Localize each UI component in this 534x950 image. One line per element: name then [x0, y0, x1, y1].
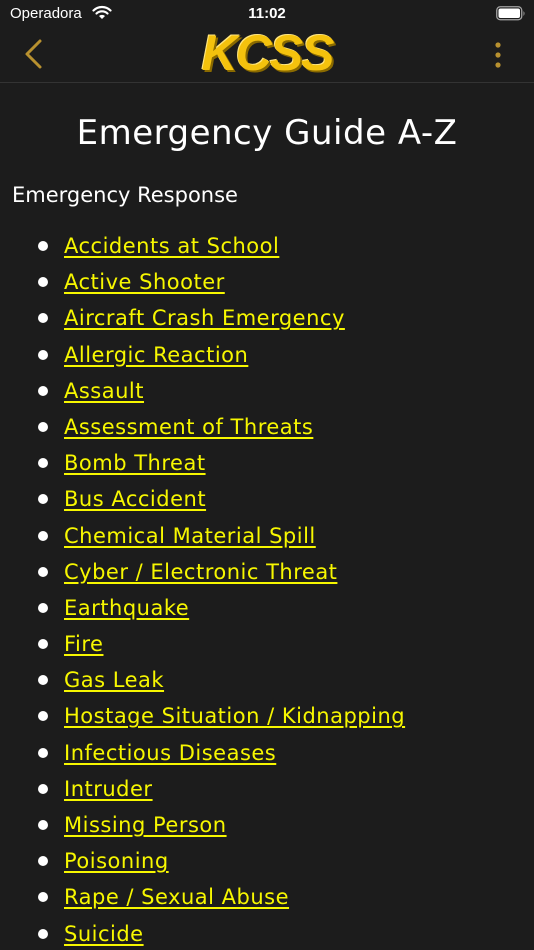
guide-link[interactable]: Assessment of Threats	[64, 415, 313, 439]
status-bar: Operadora 11:02	[0, 0, 534, 28]
guide-link[interactable]: Missing Person	[64, 813, 227, 837]
bullet-icon	[38, 856, 48, 867]
guide-link[interactable]: Allergic Reaction	[64, 343, 248, 367]
bullet-icon	[38, 277, 48, 288]
guide-link[interactable]: Suicide	[64, 922, 144, 946]
bullet-icon	[38, 241, 48, 251]
guide-link[interactable]: Fire	[64, 632, 103, 656]
guide-link[interactable]: Active Shooter	[64, 270, 225, 294]
guide-link[interactable]: Gas Leak	[64, 668, 164, 692]
list-item: Intruder	[0, 774, 534, 810]
section-heading: Emergency Response	[12, 183, 238, 207]
list-item: Bomb Threat	[0, 448, 534, 484]
list-item: Assault	[0, 376, 534, 412]
guide-link[interactable]: Chemical Material Spill	[64, 524, 316, 548]
guide-link[interactable]: Infectious Diseases	[64, 741, 276, 765]
guide-link[interactable]: Aircraft Crash Emergency	[64, 306, 345, 330]
bullet-icon	[38, 747, 48, 758]
bullet-icon	[38, 711, 48, 722]
list-item: Suicide	[0, 919, 534, 950]
bullet-icon	[38, 494, 48, 505]
guide-link[interactable]: Bus Accident	[64, 487, 206, 511]
list-item: Infectious Diseases	[0, 738, 534, 774]
bullet-icon	[38, 313, 48, 324]
bullet-icon	[38, 639, 48, 650]
more-vertical-icon[interactable]	[494, 42, 502, 72]
list-item: Gas Leak	[0, 665, 534, 701]
guide-link[interactable]: Accidents at School	[64, 234, 279, 258]
bullet-icon	[38, 892, 48, 903]
guide-link[interactable]: Hostage Situation / Kidnapping	[64, 704, 405, 728]
bullet-icon	[38, 783, 48, 794]
guide-link[interactable]: Poisoning	[64, 849, 169, 873]
list-item: Assessment of Threats	[0, 412, 534, 448]
guide-link[interactable]: Rape / Sexual Abuse	[64, 885, 289, 909]
list-item: Bus Accident	[0, 484, 534, 520]
guide-link[interactable]: Intruder	[64, 777, 153, 801]
list-item: Cyber / Electronic Threat	[0, 557, 534, 593]
guide-link[interactable]: Bomb Threat	[64, 451, 206, 475]
guide-link[interactable]: Earthquake	[64, 596, 189, 620]
list-item: Active Shooter	[0, 267, 534, 303]
list-item: Fire	[0, 629, 534, 665]
bullet-icon	[38, 458, 48, 469]
kcss-logo: KCSS	[201, 25, 335, 81]
list-item: Allergic Reaction	[0, 340, 534, 376]
list-item: Earthquake	[0, 593, 534, 629]
bullet-icon	[38, 602, 48, 613]
list-item: Accidents at School	[0, 231, 534, 267]
list-item: Rape / Sexual Abuse	[0, 882, 534, 918]
bullet-icon	[38, 566, 48, 577]
list-item: Aircraft Crash Emergency	[0, 303, 534, 339]
list-item: Chemical Material Spill	[0, 521, 534, 557]
bullet-icon	[38, 421, 48, 432]
bullet-icon	[38, 349, 48, 360]
bullet-icon	[38, 530, 48, 541]
page-title: Emergency Guide A-Z	[76, 113, 458, 153]
bullet-icon	[38, 820, 48, 830]
bullet-icon	[38, 385, 48, 396]
battery-icon	[496, 6, 526, 25]
list-item: Missing Person	[0, 810, 534, 846]
navigation-bar: KCSS	[0, 28, 534, 83]
emergency-guide-list: Accidents at School Active Shooter Aircraf…	[0, 231, 534, 950]
list-item: Hostage Situation / Kidnapping	[0, 701, 534, 737]
list-item: Poisoning	[0, 846, 534, 882]
content-area: Emergency Guide A-Z Emergency Response A…	[0, 83, 534, 950]
status-time: 11:02	[248, 5, 286, 22]
bullet-icon	[38, 928, 48, 939]
guide-link[interactable]: Cyber / Electronic Threat	[64, 560, 337, 584]
guide-link[interactable]: Assault	[64, 379, 144, 403]
bullet-icon	[38, 675, 48, 686]
